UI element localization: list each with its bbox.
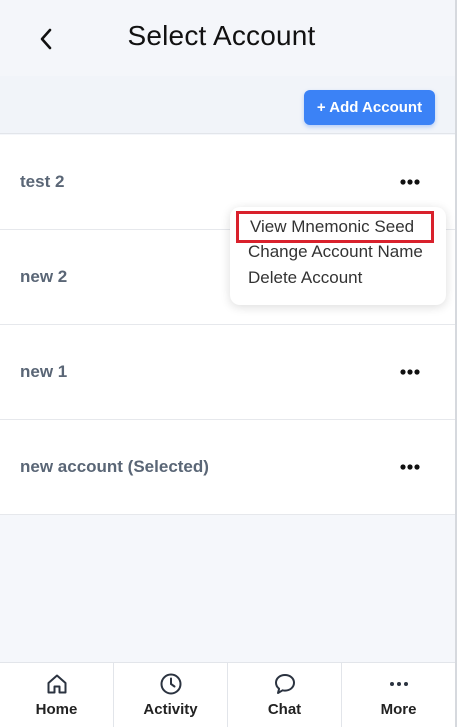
clock-icon bbox=[160, 673, 181, 695]
nav-item-home[interactable]: Home bbox=[0, 663, 114, 727]
add-account-button[interactable]: + Add Account bbox=[304, 90, 435, 125]
nav-label: Chat bbox=[267, 701, 302, 718]
nav-label: Activity bbox=[143, 701, 198, 718]
home-icon bbox=[47, 674, 66, 694]
account-name: new account (Selected) bbox=[20, 457, 209, 476]
account-options-menu: View Mnemonic Seed Change Account Name D… bbox=[230, 207, 446, 305]
more-horizontal-icon bbox=[400, 179, 420, 185]
menu-item-change-account-name[interactable]: Change Account Name bbox=[230, 239, 446, 265]
menu-item-delete-account[interactable]: Delete Account bbox=[230, 265, 446, 291]
more-horizontal-icon bbox=[400, 369, 420, 375]
account-options-button[interactable] bbox=[393, 170, 427, 194]
page-title: Select Account bbox=[127, 20, 316, 51]
nav-item-activity[interactable]: Activity bbox=[114, 663, 228, 727]
nav-item-chat[interactable]: Chat bbox=[228, 663, 342, 727]
app-header: Select Account bbox=[0, 0, 455, 76]
more-horizontal-icon bbox=[389, 682, 408, 686]
nav-item-more[interactable]: More bbox=[342, 663, 455, 727]
account-options-button[interactable] bbox=[393, 455, 427, 479]
account-name: new 2 bbox=[20, 267, 68, 286]
account-list: test 2 new 2 new 1 new account (Selected… bbox=[0, 135, 455, 515]
chat-bubble-icon bbox=[274, 674, 295, 694]
account-row-new-account[interactable]: new account (Selected) bbox=[0, 420, 455, 515]
account-row-new-1[interactable]: new 1 bbox=[0, 325, 455, 420]
nav-label: More bbox=[380, 701, 417, 718]
account-name: new 1 bbox=[20, 362, 68, 381]
nav-label: Home bbox=[35, 701, 78, 718]
toolbar: + Add Account bbox=[0, 76, 455, 134]
more-horizontal-icon bbox=[400, 464, 420, 470]
account-options-button[interactable] bbox=[393, 360, 427, 384]
bottom-nav: Home Activity Chat More bbox=[0, 662, 455, 727]
account-name: test 2 bbox=[20, 172, 65, 191]
